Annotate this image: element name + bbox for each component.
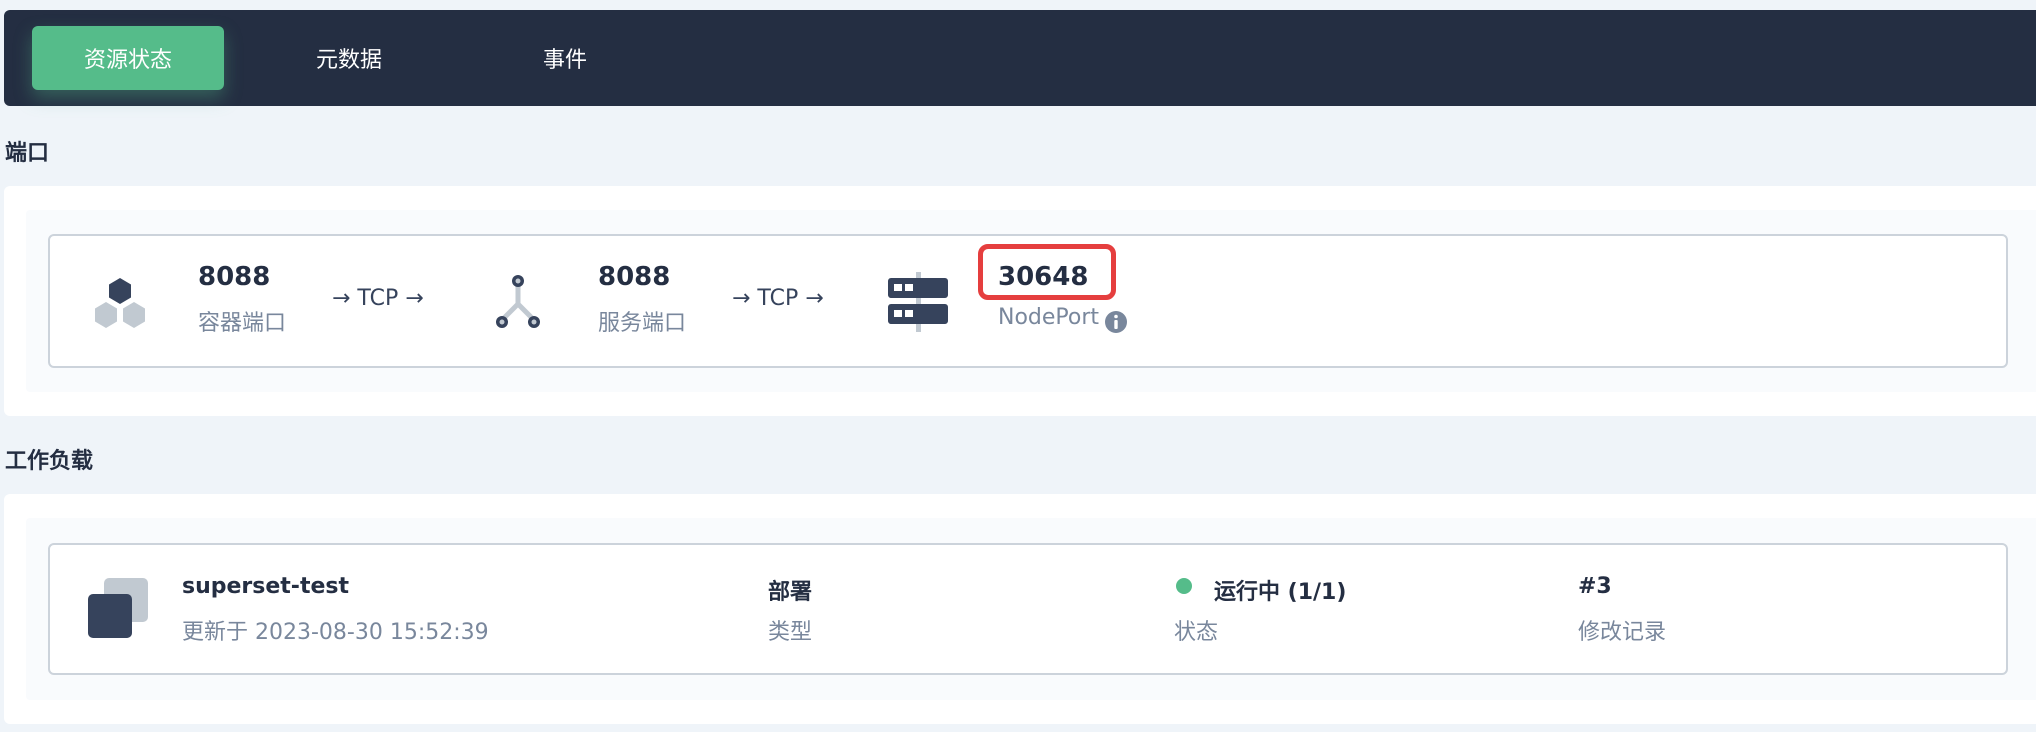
workload-status-value: 运行中 (1/1) xyxy=(1214,580,1347,605)
workload-name[interactable]: superset-test xyxy=(182,574,349,599)
tab-metadata[interactable]: 元数据 xyxy=(274,26,424,90)
workload-revision-label: 修改记录 xyxy=(1578,620,1667,645)
workload-revision-value: #3 xyxy=(1578,574,1612,599)
service-branch-icon xyxy=(496,275,540,328)
workload-updated: 更新于 2023-08-30 15:52:39 xyxy=(182,620,489,645)
workload-stack-icon xyxy=(88,578,148,638)
workload-type-value: 部署 xyxy=(768,580,813,605)
workload-type-label: 类型 xyxy=(768,620,813,645)
tab-events[interactable]: 事件 xyxy=(490,26,640,90)
info-icon[interactable] xyxy=(1104,310,1128,334)
status-dot-icon xyxy=(1176,578,1192,594)
node-port-label: NodePort xyxy=(998,305,1100,330)
protocol-arrow-1: → TCP → xyxy=(332,286,424,311)
service-port-label: 服务端口 xyxy=(598,311,687,336)
workload-card[interactable] xyxy=(48,543,2008,675)
ports-section-title: 端口 xyxy=(5,141,50,166)
node-port-highlight xyxy=(978,244,1116,300)
workload-status-label: 状态 xyxy=(1174,620,1219,645)
container-port-label: 容器端口 xyxy=(198,311,287,336)
tab-resource-status[interactable]: 资源状态 xyxy=(32,26,224,90)
service-port-value: 8088 xyxy=(598,262,671,292)
container-port-value: 8088 xyxy=(198,262,271,292)
container-hexagons-icon xyxy=(95,278,145,328)
tab-bar: 资源状态 元数据 事件 xyxy=(4,10,2036,106)
node-server-icon xyxy=(888,272,948,332)
protocol-arrow-2: → TCP → xyxy=(732,286,824,311)
workload-section-title: 工作负载 xyxy=(5,449,94,474)
